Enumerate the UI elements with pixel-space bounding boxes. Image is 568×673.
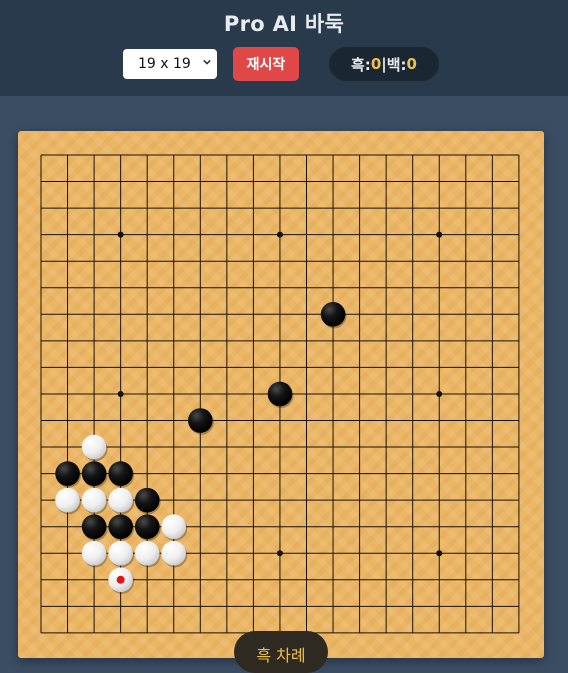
controls-bar: 19 x 19 재시작 흑: 0 | 백: 0 [0, 47, 568, 81]
black-stone [267, 381, 293, 407]
white-stone [161, 514, 187, 539]
white-score-label: 백: [386, 55, 407, 74]
black-stone [108, 461, 133, 486]
black-stone [81, 461, 107, 486]
white-stone [55, 487, 80, 513]
header: Pro AI 바둑 19 x 19 재시작 흑: 0 | 백: 0 [0, 0, 568, 96]
black-stone [134, 514, 160, 539]
black-stone [81, 514, 107, 539]
black-stone [55, 461, 80, 486]
white-stone [81, 487, 107, 513]
star-point [276, 550, 283, 557]
white-stone [81, 540, 107, 566]
turn-indicator: 흑 차례 [234, 631, 328, 673]
white-score-count: 0 [406, 55, 417, 73]
last-move-marker [116, 575, 125, 584]
white-stone [108, 540, 133, 566]
black-stone [320, 302, 346, 327]
white-stone [81, 434, 107, 460]
star-point [436, 231, 443, 238]
star-point [117, 231, 124, 238]
white-stone [134, 540, 160, 566]
black-stone [108, 514, 133, 539]
go-board[interactable] [18, 131, 544, 658]
board-size-select[interactable]: 19 x 19 [123, 49, 217, 79]
score-display: 흑: 0 | 백: 0 [329, 47, 439, 81]
white-stone [161, 540, 187, 566]
black-score-label: 흑: [351, 55, 371, 74]
star-point [276, 231, 283, 238]
white-stone [108, 487, 133, 513]
chevron-down-icon [203, 59, 211, 65]
black-stone [134, 487, 160, 513]
board-grid[interactable] [18, 131, 544, 658]
star-point [117, 390, 124, 397]
board-size-value: 19 x 19 [138, 56, 191, 72]
restart-button[interactable]: 재시작 [233, 47, 299, 81]
black-stone [188, 408, 213, 433]
app-title: Pro AI 바둑 [223, 12, 345, 36]
star-point [436, 390, 443, 397]
black-score-count: 0 [370, 55, 382, 73]
star-point [436, 550, 443, 557]
